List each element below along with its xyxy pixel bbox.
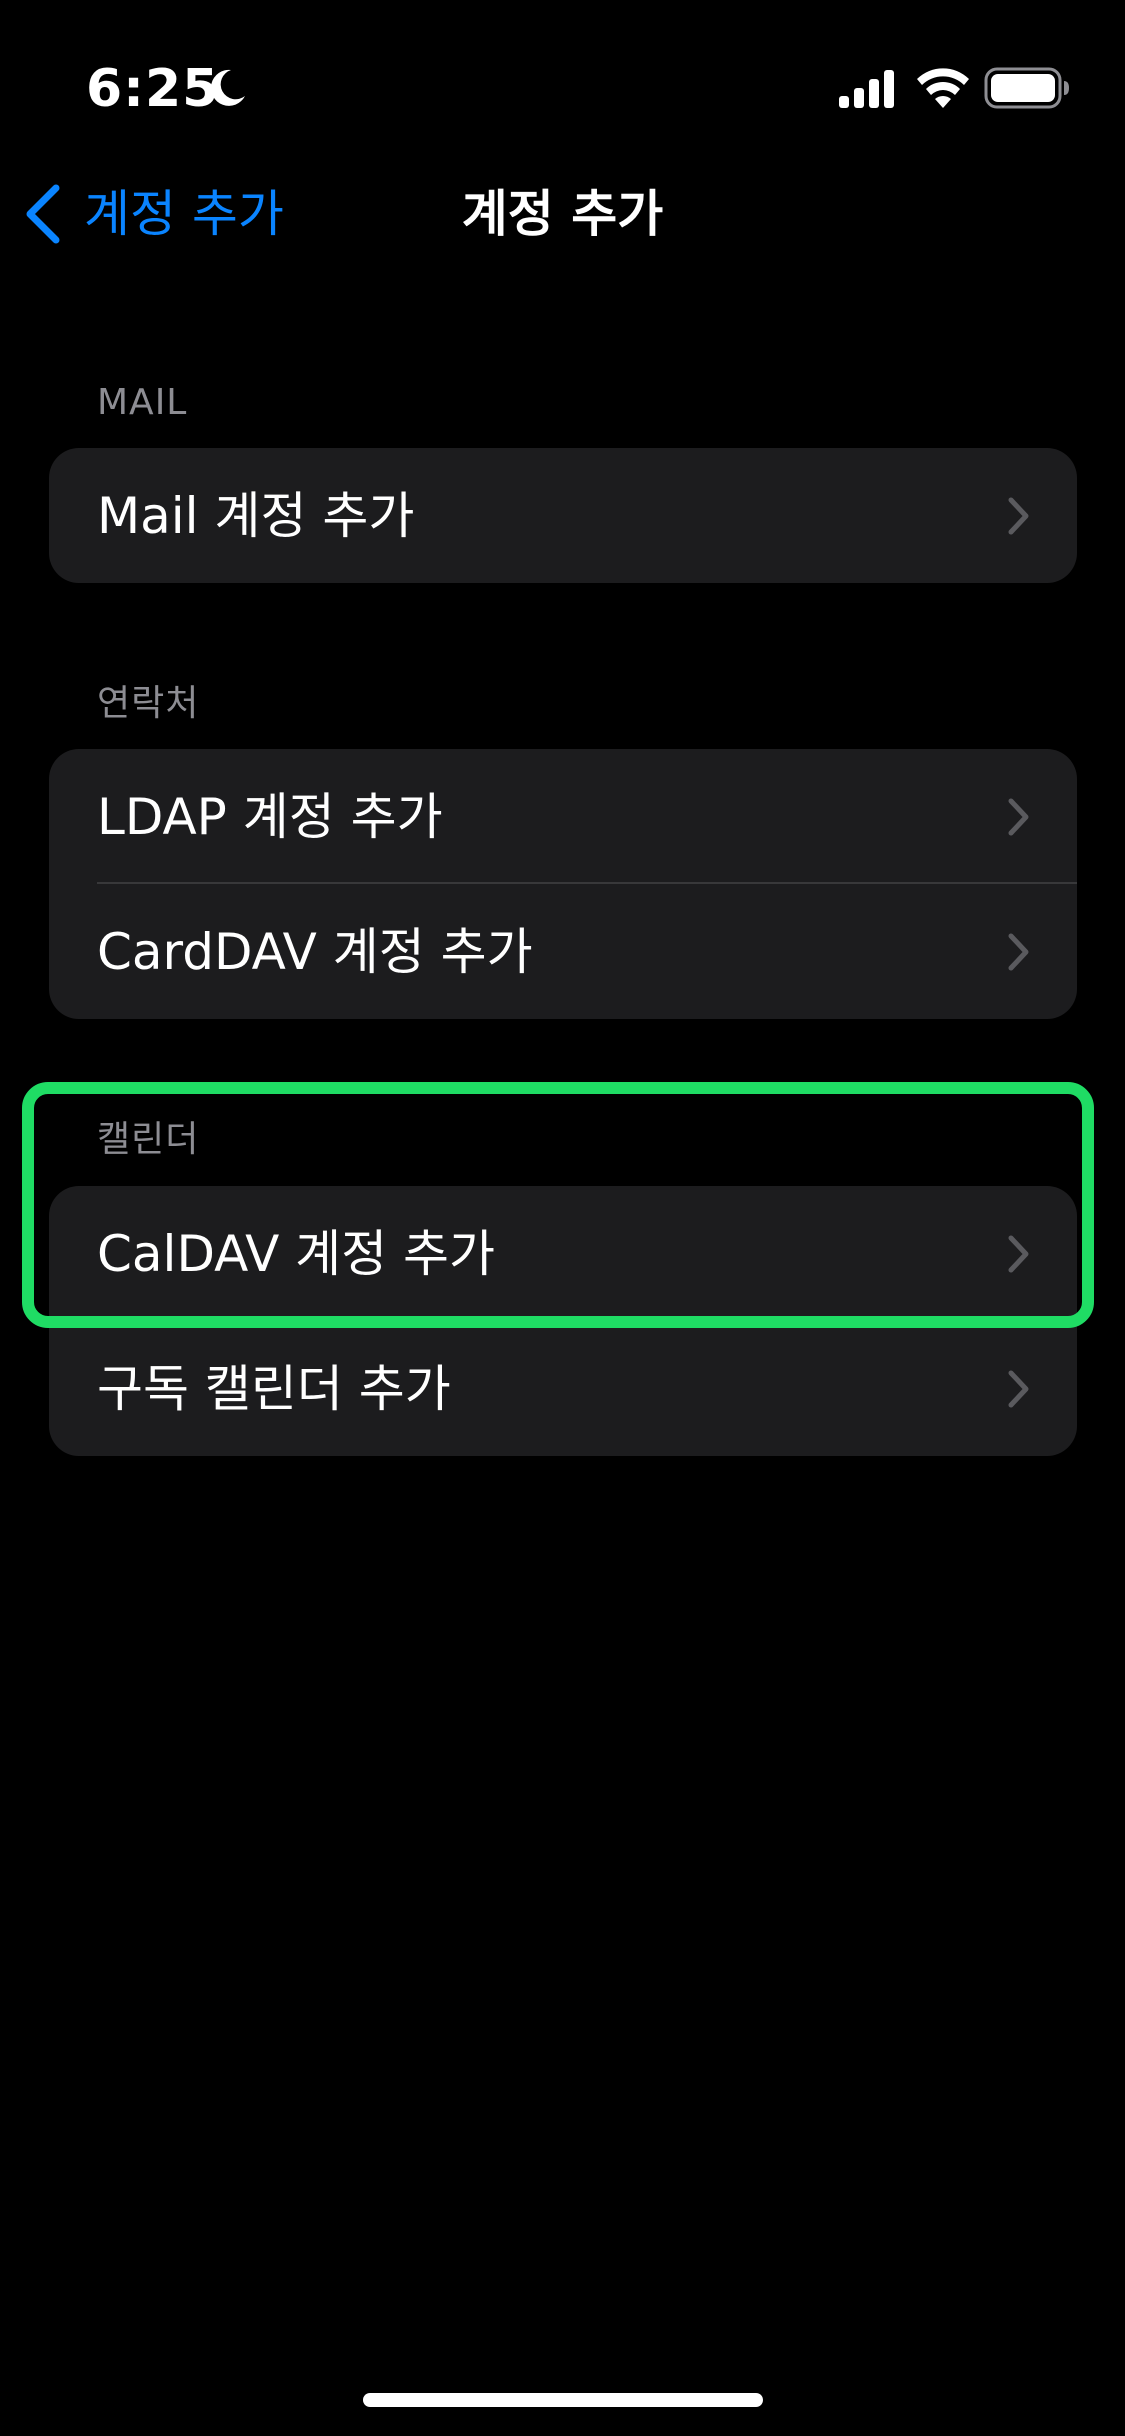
status-time: 6:25 [86,59,220,119]
caldav-account-row[interactable]: CalDAV 계정 추가 [49,1186,1077,1321]
wifi-icon [917,68,969,108]
moon-icon [210,69,245,106]
battery-icon [984,67,1069,109]
row-label: CalDAV 계정 추가 [97,1224,496,1283]
carddav-account-row[interactable]: CardDAV 계정 추가 [49,884,1077,1019]
ldap-account-row[interactable]: LDAP 계정 추가 [49,749,1077,884]
back-button[interactable]: 계정 추가 [22,178,284,250]
section-header-mail: MAIL [97,382,188,423]
chevron-right-icon [1008,798,1029,836]
chevron-left-icon [26,184,60,244]
chevron-right-icon [1008,1370,1029,1408]
status-bar: 6:25 [0,0,1125,150]
section-header-calendar: 캘린더 [97,1119,200,1160]
row-label: LDAP 계정 추가 [97,787,443,846]
cellular-signal-icon [839,70,894,108]
chevron-right-icon [1008,933,1029,971]
subscribed-calendar-row[interactable]: 구독 캘린더 추가 [49,1321,1077,1456]
row-label: CardDAV 계정 추가 [97,922,533,981]
mail-group: Mail 계정 추가 [49,448,1077,583]
back-button-label: 계정 추가 [84,185,284,243]
chevron-right-icon [1008,497,1029,535]
chevron-right-icon [1008,1235,1029,1273]
section-header-contacts: 연락처 [97,683,200,724]
home-indicator [363,2393,763,2407]
row-label: 구독 캘린더 추가 [97,1359,451,1418]
row-label: Mail 계정 추가 [97,486,415,545]
calendar-group: CalDAV 계정 추가 구독 캘린더 추가 [49,1186,1077,1456]
contacts-group: LDAP 계정 추가 CardDAV 계정 추가 [49,749,1077,1019]
mail-account-row[interactable]: Mail 계정 추가 [49,448,1077,583]
